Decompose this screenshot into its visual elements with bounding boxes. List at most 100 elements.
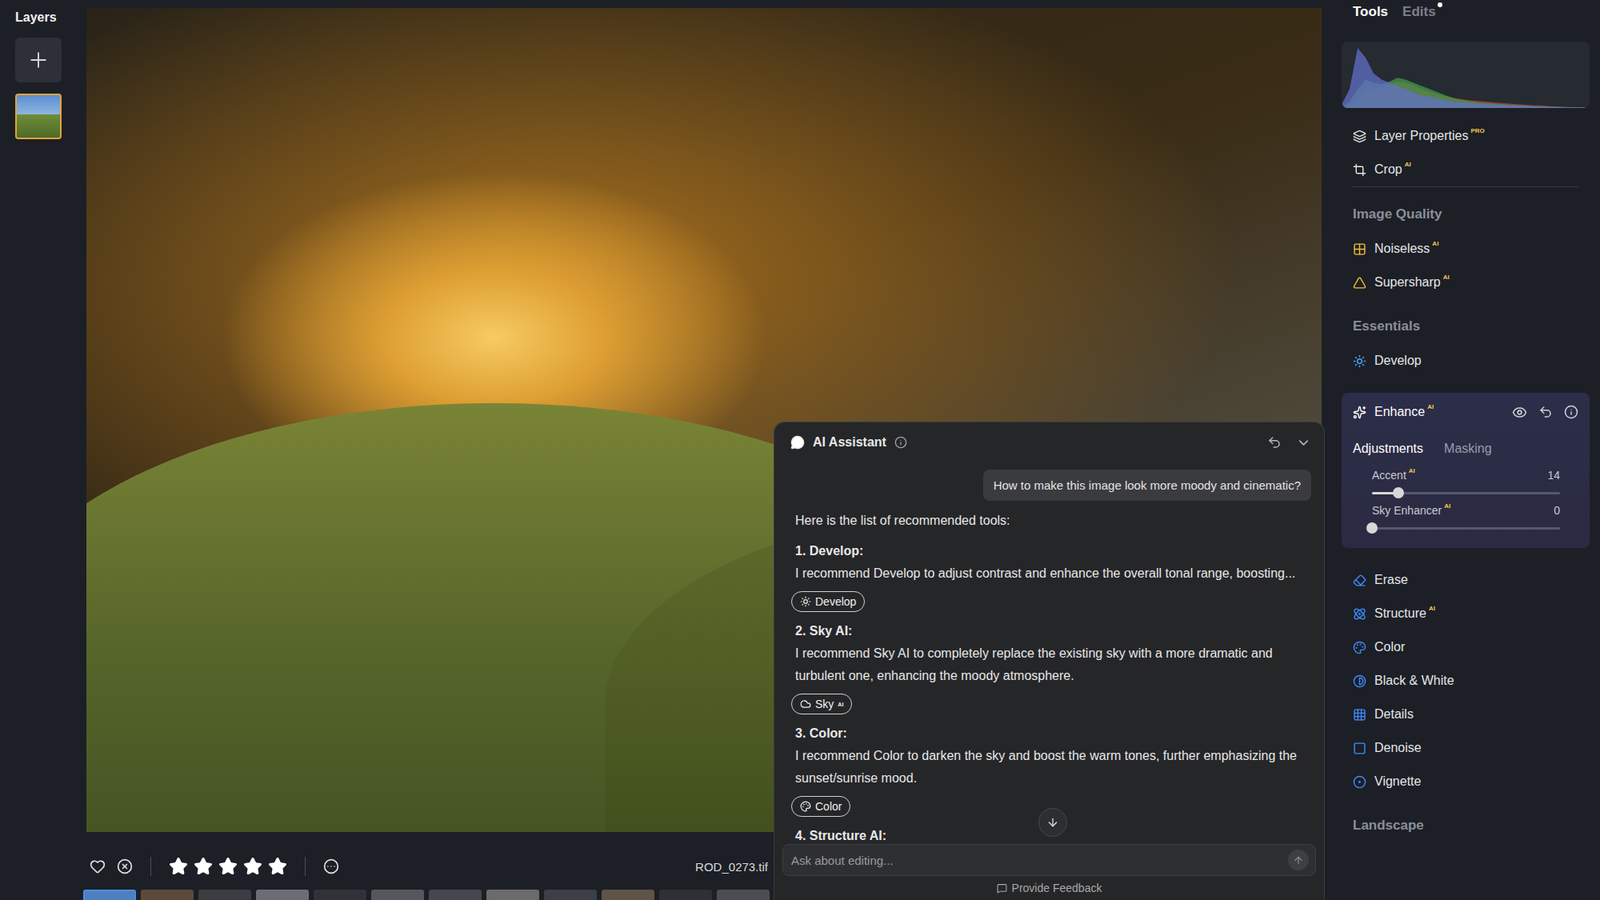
layer-thumbnail[interactable] xyxy=(15,93,62,140)
film-thumbnail[interactable] xyxy=(486,889,540,900)
film-thumbnail[interactable] xyxy=(659,889,712,900)
info-icon[interactable] xyxy=(1564,404,1579,420)
star-icon[interactable] xyxy=(243,856,263,876)
tool-item[interactable]: NoiselessAI xyxy=(1341,232,1590,266)
chat-input-field[interactable] xyxy=(789,852,1282,868)
ai-badge: AI xyxy=(837,701,844,708)
recommendation: 2. Sky AI:I recommend Sky AI to complete… xyxy=(795,620,1312,715)
plus-icon xyxy=(26,48,51,72)
recommendation-title: 3. Color: xyxy=(795,722,848,745)
assistant-header: AI Assistant xyxy=(774,422,1324,463)
undo-icon[interactable] xyxy=(1267,435,1282,450)
chip-icon xyxy=(800,596,812,608)
tool-label: Details xyxy=(1374,707,1414,722)
like-button[interactable] xyxy=(89,858,106,875)
tool-panel-tab[interactable]: Adjustments xyxy=(1352,441,1424,456)
film-thumbnail[interactable] xyxy=(140,889,194,900)
tool-label: Denoise xyxy=(1374,740,1422,756)
film-thumbnail[interactable] xyxy=(428,889,482,900)
send-icon xyxy=(1292,854,1304,867)
tool-icon xyxy=(1352,741,1367,756)
undo-icon[interactable] xyxy=(1538,404,1553,420)
film-thumbnail[interactable] xyxy=(198,889,252,900)
info-icon[interactable] xyxy=(894,436,908,449)
panel-tab[interactable]: Edits xyxy=(1402,4,1436,20)
histogram xyxy=(1341,41,1590,108)
chip-icon xyxy=(800,800,812,812)
slider-value: 14 xyxy=(1547,468,1560,482)
changes-dot xyxy=(1437,2,1443,8)
tool-item[interactable]: CropAI xyxy=(1341,152,1590,187)
tool-item[interactable]: Develop xyxy=(1341,344,1590,378)
slider[interactable]: AccentAI14 xyxy=(1341,466,1590,502)
tool-item[interactable]: Vignette xyxy=(1341,764,1590,799)
add-layer-button[interactable] xyxy=(15,37,62,83)
tool-chip[interactable]: Color xyxy=(791,796,851,817)
recommendation-title: 4. Structure AI: xyxy=(795,824,887,844)
assistant-messages: How to make this image look more moody a… xyxy=(774,462,1324,844)
tool-label: Vignette xyxy=(1374,774,1421,789)
assistant-intro: Here is the list of recommended tools: xyxy=(795,509,1312,532)
slider[interactable]: Sky EnhancerAI0 xyxy=(1341,501,1590,537)
histogram-series xyxy=(1341,48,1590,108)
film-thumbnail[interactable] xyxy=(313,889,367,900)
user-message: How to make this image look more moody a… xyxy=(983,469,1312,501)
bar-divider xyxy=(304,856,306,876)
feedback-icon xyxy=(996,883,1008,894)
more-icon xyxy=(323,858,340,875)
tool-item[interactable]: Color xyxy=(1341,630,1590,664)
more-button[interactable] xyxy=(323,858,340,875)
tool-icon xyxy=(1352,405,1367,420)
film-thumbnail[interactable] xyxy=(256,889,309,900)
star-rating[interactable] xyxy=(168,856,288,876)
tool-label: SupersharpAI xyxy=(1374,275,1450,290)
app: LayersROD_0273.tifToolsEditsLayer Proper… xyxy=(0,0,1600,900)
ai-badge: AI xyxy=(1408,468,1416,475)
reject-button[interactable] xyxy=(116,858,133,875)
tool-item[interactable]: Denoise xyxy=(1341,731,1590,765)
file-name: ROD_0273.tif xyxy=(695,860,768,874)
chip-label: Develop xyxy=(815,595,856,608)
feedback-button[interactable]: Provide Feedback xyxy=(774,876,1324,900)
slider-rail xyxy=(1372,527,1560,530)
recommendation-text: I recommend Color to darken the sky and … xyxy=(795,744,1312,790)
slider-track[interactable] xyxy=(1372,519,1560,537)
star-icon[interactable] xyxy=(168,856,188,876)
scroll-down-button[interactable] xyxy=(1038,808,1068,837)
film-thumbnail[interactable] xyxy=(544,889,597,900)
tool-label: NoiselessAI xyxy=(1374,241,1439,256)
tool-item[interactable]: StructureAI xyxy=(1341,596,1590,631)
tool-chip[interactable]: SkyAI xyxy=(791,693,852,715)
chip-label: Sky xyxy=(815,697,834,711)
film-thumbnail[interactable] xyxy=(83,889,136,900)
star-icon[interactable] xyxy=(218,856,238,876)
tool-item[interactable]: SupersharpAI xyxy=(1341,265,1590,300)
film-thumbnail[interactable] xyxy=(716,889,770,900)
collapse-icon[interactable] xyxy=(1296,435,1312,451)
slider-thumb[interactable] xyxy=(1366,522,1378,534)
tool-chip[interactable]: Develop xyxy=(791,591,865,612)
tool-panel-header[interactable]: EnhanceAI xyxy=(1341,392,1590,432)
tool-item[interactable]: Black & White xyxy=(1341,664,1590,698)
tool-item[interactable]: Erase xyxy=(1341,563,1590,597)
tool-item[interactable]: Details xyxy=(1341,697,1590,732)
slider-track[interactable] xyxy=(1372,484,1560,502)
panel-tab[interactable]: Tools xyxy=(1352,4,1388,20)
film-thumbnail[interactable] xyxy=(601,889,655,900)
tool-item[interactable]: Layer PropertiesPRO xyxy=(1341,119,1590,153)
assistant-actions xyxy=(1267,435,1312,451)
star-icon[interactable] xyxy=(193,856,213,876)
slider-thumb[interactable] xyxy=(1392,487,1404,499)
tool-label: StructureAI xyxy=(1374,606,1436,621)
tool-icon xyxy=(1352,129,1367,144)
tool-panel-tab[interactable]: Masking xyxy=(1444,441,1492,456)
ai-badge: AI xyxy=(1444,503,1451,510)
send-button[interactable] xyxy=(1288,849,1309,871)
recommendation-text: I recommend Sky AI to completely replace… xyxy=(795,642,1312,688)
film-thumbnail[interactable] xyxy=(371,889,424,900)
ai-badge: PRO xyxy=(1470,128,1484,135)
star-icon[interactable] xyxy=(268,856,288,876)
tool-icon xyxy=(1352,674,1367,688)
slider-label: Sky EnhancerAI xyxy=(1372,504,1451,517)
eye-icon[interactable] xyxy=(1512,404,1528,420)
